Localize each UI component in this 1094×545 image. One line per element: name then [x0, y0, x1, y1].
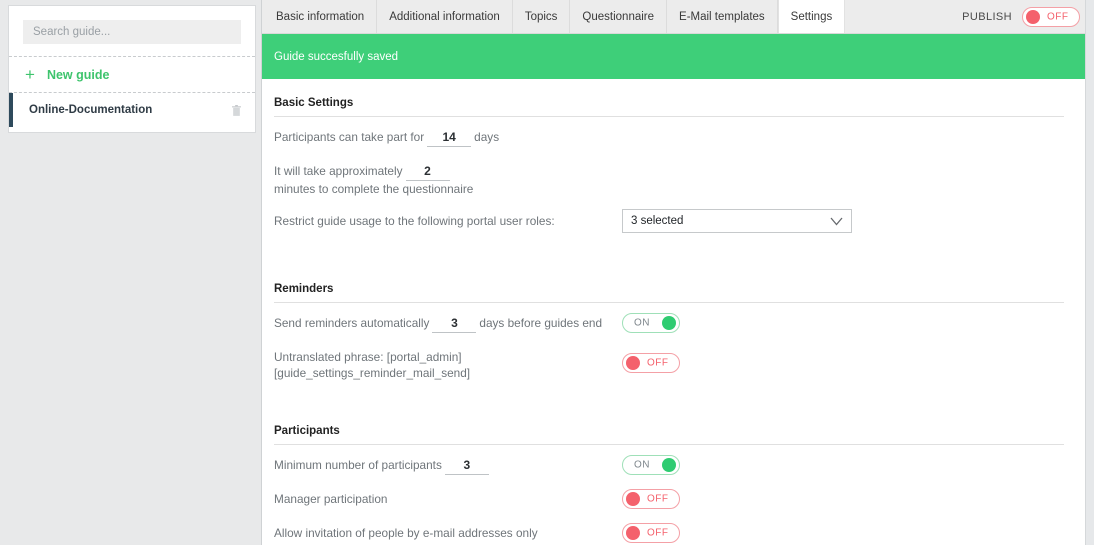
- row-participation-days: Participants can take part for 14 days: [274, 121, 1064, 155]
- toggle-knob: [626, 492, 640, 506]
- section-participants: Participants Minimum number of participa…: [274, 425, 1064, 545]
- right-edge-strip: [1085, 0, 1094, 545]
- content-area: Basic information Additional information…: [262, 0, 1094, 545]
- tab-email-templates[interactable]: E-Mail templates: [667, 0, 778, 33]
- plus-icon: +: [25, 65, 35, 84]
- section-reminders: Reminders Send reminders automatically 3…: [274, 283, 1064, 389]
- minimum-participants-toggle-state: ON: [634, 459, 650, 471]
- participation-days-text: Participants can take part for 14 days: [274, 129, 499, 147]
- send-reminders-days-input[interactable]: 3: [432, 315, 477, 333]
- participation-days-input[interactable]: 14: [427, 129, 472, 147]
- send-reminders-suffix: days before guides end: [479, 316, 603, 330]
- row-minimum-participants: Minimum number of participants 3 ON: [274, 449, 1064, 483]
- row-portal-roles: Restrict guide usage to the following po…: [274, 205, 1064, 239]
- toggle-knob: [626, 356, 640, 370]
- guide-item-label: Online-Documentation: [29, 104, 153, 116]
- manager-participation-toggle-state: OFF: [647, 493, 669, 505]
- guide-settings-page: + New guide Online-Documentation Basic i…: [0, 0, 1094, 545]
- new-guide-label: New guide: [46, 67, 110, 82]
- toggle-knob: [626, 526, 640, 540]
- toggle-knob: [662, 458, 676, 472]
- sidebar-panel: + New guide Online-Documentation: [8, 5, 256, 133]
- publish-toggle[interactable]: OFF: [1022, 6, 1080, 27]
- row-manager-participation: Manager participation OFF: [274, 483, 1064, 517]
- send-reminders-prefix: Send reminders automatically: [274, 316, 430, 330]
- tab-settings[interactable]: Settings: [777, 0, 846, 33]
- publish-toggle-state: OFF: [1047, 11, 1069, 22]
- duration-text: It will take approximately 2 minutes to …: [274, 163, 604, 197]
- trash-icon[interactable]: [232, 104, 241, 116]
- section-divider: [274, 444, 1064, 445]
- participation-prefix: Participants can take part for: [274, 130, 425, 144]
- section-basic-settings: Basic Settings Participants can take par…: [274, 97, 1064, 239]
- search-input[interactable]: [23, 20, 241, 44]
- section-divider: [274, 116, 1064, 117]
- sidebar-item-online-documentation[interactable]: Online-Documentation: [9, 93, 255, 127]
- duration-suffix: minutes to complete the questionnaire: [274, 182, 474, 196]
- email-invitation-only-toggle[interactable]: OFF: [622, 523, 680, 543]
- tab-topics[interactable]: Topics: [513, 0, 571, 33]
- participation-suffix: days: [474, 130, 500, 144]
- portal-roles-dropdown[interactable]: 3 selected: [622, 209, 852, 233]
- success-banner-message: Guide succesfully saved: [274, 50, 399, 63]
- new-guide-button[interactable]: + New guide: [9, 56, 255, 93]
- send-reminders-text: Send reminders automatically 3 days befo…: [274, 315, 602, 333]
- publish-label: PUBLISH: [962, 10, 1012, 23]
- search-container: [9, 6, 255, 56]
- guides-sidebar: + New guide Online-Documentation: [0, 0, 262, 545]
- email-invitation-only-label: Allow invitation of people by e-mail add…: [274, 526, 538, 540]
- minimum-participants-toggle[interactable]: ON: [622, 455, 680, 475]
- minimum-participants-text: Minimum number of participants 3: [274, 457, 492, 475]
- chevron-down-icon: [830, 217, 843, 226]
- send-reminders-toggle-state: ON: [634, 317, 650, 329]
- row-untranslated-reminder: Untranslated phrase: [portal_admin] [gui…: [274, 341, 1064, 389]
- settings-body: Basic Settings Participants can take par…: [262, 79, 1094, 545]
- manager-participation-toggle[interactable]: OFF: [622, 489, 680, 509]
- email-invitation-only-toggle-state: OFF: [647, 527, 669, 539]
- row-send-reminders: Send reminders automatically 3 days befo…: [274, 307, 1064, 341]
- tab-additional-information[interactable]: Additional information: [377, 0, 513, 33]
- publish-area: PUBLISH OFF: [962, 0, 1080, 33]
- toggle-knob: [662, 316, 676, 330]
- success-banner: Guide succesfully saved: [262, 34, 1094, 79]
- tab-bar: Basic information Additional information…: [262, 0, 1094, 34]
- row-email-invitation-only: Allow invitation of people by e-mail add…: [274, 517, 1064, 545]
- untranslated-reminder-toggle-state: OFF: [647, 357, 669, 369]
- untranslated-reminder-toggle[interactable]: OFF: [622, 353, 680, 373]
- send-reminders-toggle[interactable]: ON: [622, 313, 680, 333]
- tab-questionnaire[interactable]: Questionnaire: [570, 0, 668, 33]
- section-title-basic: Basic Settings: [274, 97, 354, 109]
- manager-participation-label: Manager participation: [274, 492, 388, 506]
- section-title-participants: Participants: [274, 425, 340, 437]
- untranslated-reminder-label: Untranslated phrase: [portal_admin] [gui…: [274, 350, 471, 380]
- minimum-participants-input[interactable]: 3: [444, 457, 489, 475]
- toggle-knob: [1026, 9, 1040, 24]
- portal-roles-label: Restrict guide usage to the following po…: [274, 214, 555, 228]
- portal-roles-value: 3 selected: [631, 215, 684, 227]
- duration-minutes-input[interactable]: 2: [405, 163, 450, 181]
- row-duration-minutes: It will take approximately 2 minutes to …: [274, 155, 1064, 205]
- section-divider: [274, 302, 1064, 303]
- duration-prefix: It will take approximately: [274, 164, 403, 178]
- minimum-participants-label: Minimum number of participants: [274, 458, 442, 472]
- section-title-reminders: Reminders: [274, 283, 334, 295]
- tab-basic-information[interactable]: Basic information: [264, 0, 378, 33]
